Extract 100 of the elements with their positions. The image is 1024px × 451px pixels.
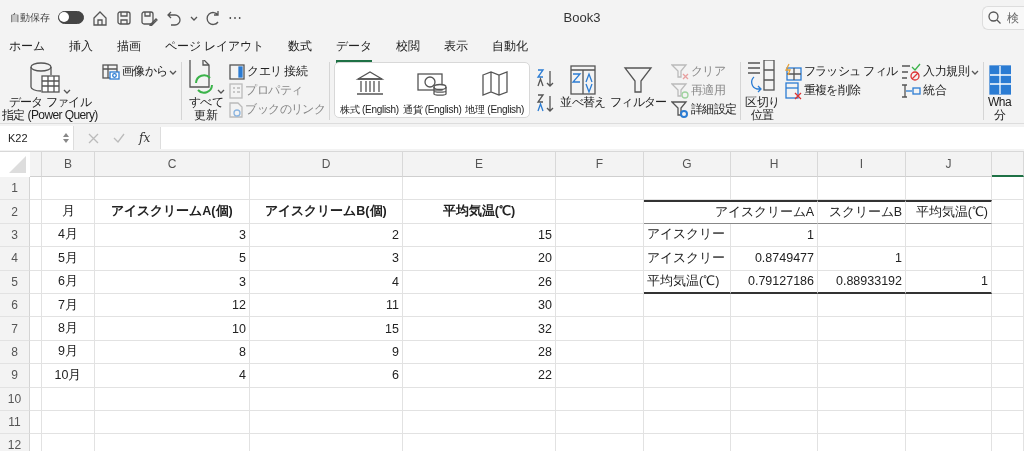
stepper-icon — [63, 133, 69, 143]
ribbon-button[interactable]: 統合 — [901, 82, 980, 99]
what-if-table-icon — [988, 65, 1011, 95]
column-header[interactable] — [992, 152, 1024, 177]
table-cell: 15 — [250, 317, 403, 341]
picture-grid-icon — [101, 63, 120, 80]
column-header[interactable]: C — [95, 152, 250, 177]
column-header[interactable]: J — [906, 152, 992, 177]
more-button[interactable]: ⋯ — [228, 9, 242, 26]
table-cell — [42, 177, 95, 201]
table-cell: 6 — [250, 364, 403, 388]
autosave-label: 自動保存 — [10, 10, 50, 25]
undo-icon[interactable] — [166, 9, 182, 26]
ribbon-tab[interactable]: 表示 — [444, 35, 469, 63]
table-cell: 5月 — [42, 247, 95, 271]
autosave-toggle[interactable] — [58, 11, 84, 24]
table-cell: 3 — [250, 247, 403, 271]
data-type-button[interactable]: 通貨 (English) — [402, 63, 462, 117]
row-header[interactable]: 12 — [0, 434, 30, 451]
checkmark-icon[interactable] — [113, 133, 125, 143]
ribbon-tab[interactable]: 校閲 — [396, 35, 421, 63]
row-header[interactable]: 1 — [0, 177, 30, 201]
column-header[interactable]: G — [644, 152, 731, 177]
ribbon-button[interactable]: 並べ替え — [560, 62, 606, 109]
properties-icon — [229, 82, 244, 99]
table-cell: 8 — [95, 340, 250, 365]
column-header[interactable]: F — [556, 152, 644, 177]
reapply-filter-icon — [670, 82, 689, 99]
row-header[interactable]: 3 — [0, 223, 30, 248]
table-cell: 22 — [403, 364, 556, 388]
table-cell — [992, 200, 1024, 224]
ribbon-tab[interactable]: 数式 — [288, 35, 313, 63]
table-cell — [992, 364, 1024, 388]
table-cell: 5 — [95, 247, 250, 271]
ribbon-button[interactable]: 重複を削除 — [783, 82, 898, 99]
row-header[interactable]: 5 — [0, 270, 30, 294]
table-cell: 0.88933192 — [818, 270, 906, 294]
row-header[interactable]: 10 — [0, 387, 30, 411]
ribbon-tab[interactable]: ページ レイアウト — [165, 35, 265, 63]
table-cell — [992, 387, 1024, 411]
data-type-button[interactable]: 地理 (English) — [465, 63, 525, 117]
row-header[interactable]: 4 — [0, 247, 30, 271]
table-cell: 4 — [95, 364, 250, 388]
name-box[interactable]: K22 — [0, 126, 74, 150]
column-header[interactable]: H — [731, 152, 818, 177]
table-cell: 10 — [95, 317, 250, 341]
ribbon-button[interactable]: クエリ 接続 — [229, 63, 326, 80]
table-cell — [992, 223, 1024, 248]
flash-fill-icon — [783, 62, 802, 81]
table-cell: 0.8749477 — [731, 247, 818, 271]
window-title: Book3 — [562, 10, 602, 25]
caret-icon — [217, 87, 226, 95]
folded-map-icon — [479, 69, 510, 97]
row-header[interactable]: 9 — [0, 364, 30, 388]
home-icon[interactable] — [92, 9, 108, 26]
insert-function-button[interactable]: fx — [139, 131, 151, 145]
ribbon-button[interactable]: Wha 分 — [988, 62, 1011, 121]
document-link-icon — [229, 101, 244, 118]
table-cell: 28 — [403, 340, 556, 365]
column-header[interactable]: I — [818, 152, 906, 177]
ribbon-button[interactable]: 画像から — [101, 63, 178, 80]
row-header[interactable]: 7 — [0, 317, 30, 341]
data-validation-icon — [901, 62, 922, 81]
consolidate-icon — [901, 82, 922, 99]
search-field[interactable]: 検 — [982, 5, 1024, 30]
save-icon[interactable] — [116, 9, 132, 26]
row-header[interactable]: 8 — [0, 340, 30, 365]
ribbon-button[interactable]: データ ファイル 指定 (Power Query) — [2, 62, 98, 121]
column-header[interactable]: B — [42, 152, 95, 177]
save-as-icon[interactable] — [140, 9, 158, 26]
column-header[interactable]: D — [250, 152, 403, 177]
row-header[interactable]: 6 — [0, 293, 30, 318]
table-cell: 8月 — [42, 317, 95, 341]
redo-icon[interactable] — [206, 9, 220, 26]
ribbon-button[interactable]: すべて 更新 — [186, 62, 226, 121]
table-cell — [992, 317, 1024, 341]
ribbon-button[interactable]: フィルター — [609, 62, 667, 109]
table-cell: 月 — [42, 200, 95, 224]
ribbon-tab[interactable]: ホーム — [9, 35, 45, 63]
table-cell: アイスクリームA(個) — [95, 200, 250, 224]
table-cell: 1 — [818, 247, 906, 271]
ribbon-tab[interactable]: 自動化 — [492, 35, 529, 63]
ribbon-button[interactable]: フラッシュ フィル — [783, 63, 898, 80]
table-cell — [992, 340, 1024, 365]
table-cell: 1 — [906, 270, 992, 294]
row-header[interactable]: 2 — [0, 200, 30, 224]
row-header[interactable]: 11 — [0, 410, 30, 435]
column-header[interactable]: E — [403, 152, 556, 177]
table-cell: 4 — [250, 270, 403, 294]
ribbon-tab[interactable]: 挿入 — [69, 35, 93, 63]
formula-input[interactable] — [160, 127, 1024, 149]
table-cell: 6月 — [42, 270, 95, 294]
ribbon-button[interactable]: 詳細設定 — [670, 101, 737, 118]
ribbon-button[interactable]: 入力規則 — [901, 63, 980, 80]
table-cell: 3 — [95, 270, 250, 294]
table-cell — [30, 270, 42, 294]
cell-reference: K22 — [8, 132, 28, 144]
ribbon-tab[interactable]: 描画 — [117, 35, 141, 63]
ribbon-button[interactable]: 区切り 位置 — [745, 62, 780, 121]
data-type-button[interactable]: 株式 (English) — [340, 63, 399, 117]
